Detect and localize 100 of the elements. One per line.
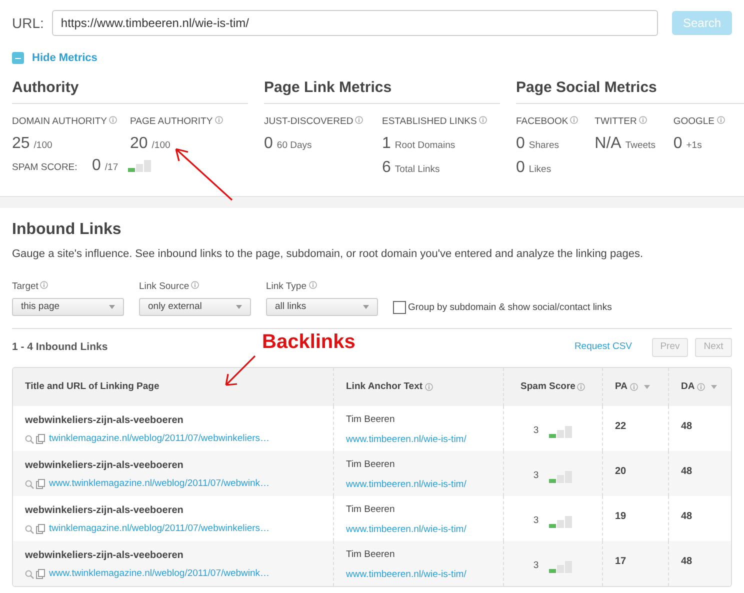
- metric-label: TWITTER: [594, 116, 637, 127]
- spam-score: 3: [533, 469, 539, 484]
- spam-score: 3: [533, 514, 539, 528]
- url-label: URL:: [12, 14, 44, 32]
- filter-label: Link Type: [266, 280, 306, 292]
- da-value: 48: [681, 421, 692, 432]
- page-title: webwinkeliers-zijn-als-veeboeren: [25, 414, 184, 428]
- metric-unit: Total Links: [394, 163, 440, 178]
- metric-label: DOMAIN AUTHORITY: [12, 116, 108, 127]
- next-button[interactable]: Next: [695, 338, 732, 357]
- anchor-text: Tim Beeren: [346, 458, 396, 472]
- page-icon[interactable]: [36, 524, 45, 534]
- metric-value: 0: [673, 134, 682, 154]
- spam-label: SPAM SCORE:: [12, 161, 78, 176]
- info-icon: [424, 383, 433, 391]
- info-icon: [40, 280, 48, 289]
- metric-unit: Shares: [528, 139, 560, 154]
- hide-metrics-toggle[interactable]: Hide Metrics: [12, 50, 98, 66]
- page-icon[interactable]: [36, 434, 45, 444]
- url-field[interactable]: https://www.timbeeren.nl/wie-is-tim/: [52, 10, 658, 36]
- info-icon: [308, 280, 316, 289]
- metric-unit: 60 Days: [276, 139, 312, 154]
- metric-unit: +1s: [686, 139, 702, 154]
- info-icon: [478, 116, 487, 124]
- page-title: webwinkeliers-zijn-als-veeboeren: [25, 504, 184, 518]
- pa-value: 17: [615, 556, 626, 567]
- metric-unit: Tweets: [625, 139, 656, 154]
- section-title: Inbound Links: [12, 220, 122, 240]
- prev-button[interactable]: Prev: [652, 338, 688, 357]
- section-title: Page Social Metrics: [516, 76, 744, 104]
- metric-value: 20: [130, 134, 148, 154]
- checkbox-label: Group by subdomain & show social/contact links: [408, 300, 612, 315]
- filter-dropdown[interactable]: this page: [12, 298, 124, 316]
- metric-value: 25: [12, 134, 30, 154]
- page-icon[interactable]: [36, 569, 45, 580]
- result-count: 1 - 4 Inbound Links: [12, 340, 108, 355]
- metric-label: GOOGLE: [673, 116, 715, 127]
- info-icon: [630, 383, 638, 391]
- page-title: webwinkeliers-zijn-als-veeboeren: [25, 459, 184, 473]
- anchor-text: Tim Beeren: [346, 413, 396, 427]
- metric-unit: Root Domains: [394, 139, 456, 154]
- page-title: webwinkeliers-zijn-als-veeboeren: [25, 549, 184, 563]
- metric-value: 0: [516, 134, 525, 154]
- info-icon: [638, 116, 647, 124]
- filter-dropdown[interactable]: only external: [139, 298, 251, 316]
- da-value: 48: [681, 556, 692, 567]
- info-icon: [716, 116, 725, 124]
- page-url-link[interactable]: www.twinklemagazine.nl/weblog/2011/07/webwink…: [49, 477, 270, 492]
- caret-icon: [363, 305, 369, 309]
- metric-value: 0: [264, 134, 273, 154]
- metric-value: 0: [516, 158, 525, 178]
- filter-label: Target: [12, 280, 38, 292]
- metric-label: JUST-DISCOVERED: [264, 116, 354, 127]
- section-title: Authority: [12, 76, 248, 104]
- da-value: 48: [681, 466, 692, 477]
- info-icon: [191, 280, 200, 289]
- anchor-url-link[interactable]: www.timbeeren.nl/wie-is-tim/: [346, 433, 503, 448]
- search-icon[interactable]: [25, 570, 34, 579]
- metric-unit: /100: [34, 139, 52, 154]
- pa-value: 20: [615, 466, 626, 477]
- spam-score: 3: [533, 559, 539, 574]
- metric-value: 6: [382, 158, 391, 178]
- page-url-link[interactable]: www.twinklemagazine.nl/weblog/2011/07/webwink…: [49, 567, 270, 582]
- metric-label: PAGE AUTHORITY: [130, 116, 213, 127]
- caret-icon: [236, 305, 242, 309]
- search-icon[interactable]: [25, 480, 34, 489]
- info-icon: [577, 383, 586, 391]
- request-csv-link[interactable]: Request CSV: [574, 340, 632, 355]
- caret-icon: [109, 305, 115, 309]
- anchor-url-link[interactable]: www.timbeeren.nl/wie-is-tim/: [346, 478, 503, 492]
- metric-label: FACEBOOK: [516, 116, 568, 127]
- search-icon[interactable]: [25, 524, 34, 534]
- metric-unit: /17: [104, 161, 118, 176]
- info-icon: [109, 116, 118, 124]
- anchor-text: Tim Beeren: [346, 503, 396, 517]
- metric-unit: /100: [152, 139, 170, 154]
- section-description: Gauge a site's influence. See inbound links to the page, subdomain, or root domain you've entered and analyze the linking pages.: [12, 247, 644, 262]
- sort-icon: [710, 385, 717, 389]
- metric-value: 0: [92, 156, 101, 176]
- anchor-text: Tim Beeren: [346, 548, 396, 562]
- page-icon[interactable]: [36, 479, 45, 490]
- anchor-url-link[interactable]: www.timbeeren.nl/wie-is-tim/: [346, 568, 503, 582]
- page-url-link[interactable]: twinklemagazine.nl/weblog/2011/07/webwinkeliers…: [49, 432, 270, 446]
- info-icon: [355, 116, 364, 124]
- metric-unit: Likes: [528, 163, 552, 178]
- metric-value: 1: [382, 134, 391, 154]
- backlinks-annotation: Backlinks: [262, 332, 356, 352]
- search-icon[interactable]: [25, 434, 34, 444]
- info-icon: [214, 116, 223, 124]
- spam-score: 3: [533, 424, 539, 438]
- metric-label: ESTABLISHED LINKS: [382, 116, 477, 127]
- group-checkbox[interactable]: [393, 301, 406, 314]
- pa-value: 22: [615, 421, 626, 432]
- column-header[interactable]: Title and URL of Linking Page: [13, 368, 333, 406]
- filter-dropdown[interactable]: all links: [266, 298, 378, 316]
- anchor-url-link[interactable]: www.timbeeren.nl/wie-is-tim/: [346, 523, 503, 538]
- info-icon: [570, 116, 578, 124]
- pa-value: 19: [615, 511, 626, 522]
- page-url-link[interactable]: twinklemagazine.nl/weblog/2011/07/webwinkeliers…: [49, 522, 270, 536]
- section-title: Page Link Metrics: [264, 76, 500, 104]
